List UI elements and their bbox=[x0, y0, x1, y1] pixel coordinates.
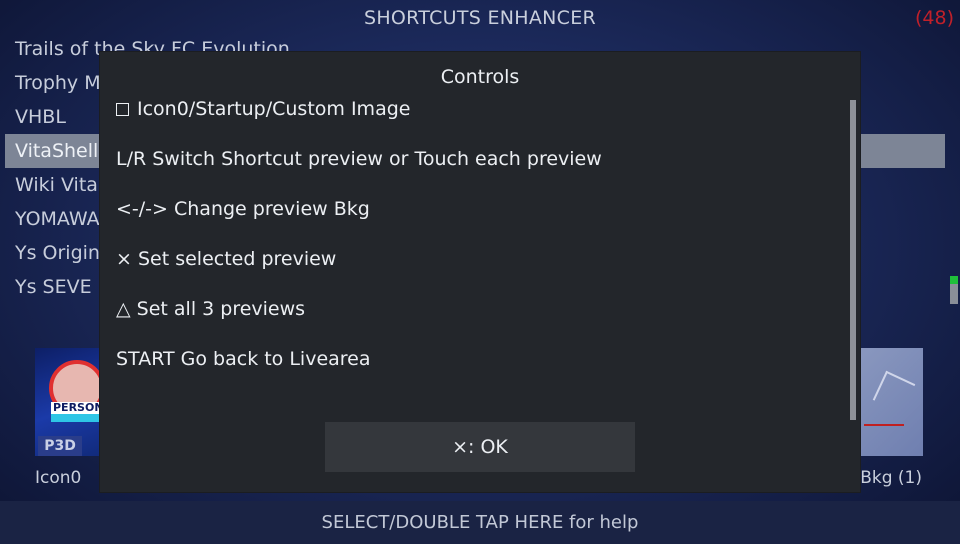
list-item-label: Trophy M bbox=[15, 72, 101, 94]
icon0-label: Icon0 bbox=[35, 468, 82, 488]
list-item-label: Ys Origin bbox=[15, 242, 100, 264]
control-line-set-selected: × Set selected preview bbox=[116, 248, 337, 270]
list-scroll-indicator[interactable] bbox=[950, 276, 958, 284]
control-line-set-all: △ Set all 3 previews bbox=[116, 298, 306, 320]
control-line-switch: L/R Switch Shortcut preview or Touch eac… bbox=[116, 148, 602, 170]
ok-button[interactable]: ×: OK bbox=[325, 422, 635, 472]
dialog-scrollbar[interactable] bbox=[850, 100, 856, 420]
control-line-start: START Go back to Livearea bbox=[116, 348, 371, 370]
list-item-label: VitaShell bbox=[15, 140, 99, 162]
list-item-label: YOMAWA bbox=[15, 208, 100, 230]
list-item-label: Ys SEVE bbox=[15, 276, 92, 298]
square-icon bbox=[116, 103, 129, 116]
shortcut-count: (48) bbox=[914, 7, 954, 29]
control-line-image: Icon0/Startup/Custom Image bbox=[116, 98, 410, 120]
list-item-label: Wiki Vita bbox=[15, 174, 98, 196]
app-title: SHORTCUTS ENHANCER bbox=[363, 7, 597, 29]
persona-logo-strip bbox=[51, 414, 105, 422]
game-badge: P3D bbox=[38, 436, 82, 456]
help-bar[interactable]: SELECT/DOUBLE TAP HERE for help bbox=[0, 501, 960, 544]
control-line-bkg: <-/-> Change preview Bkg bbox=[116, 198, 370, 220]
bkg-accent-line bbox=[864, 424, 904, 426]
bkg-pattern bbox=[872, 370, 916, 414]
bkg-preview[interactable] bbox=[856, 348, 923, 456]
bkg-label: Bkg (1) bbox=[860, 468, 922, 488]
control-text: Icon0/Startup/Custom Image bbox=[137, 98, 411, 120]
controls-dialog: Controls Icon0/Startup/Custom Image L/R … bbox=[100, 52, 860, 492]
list-item-label: VHBL bbox=[15, 106, 66, 128]
dialog-title: Controls bbox=[440, 66, 520, 88]
list-scrollbar-thumb[interactable] bbox=[950, 284, 958, 304]
